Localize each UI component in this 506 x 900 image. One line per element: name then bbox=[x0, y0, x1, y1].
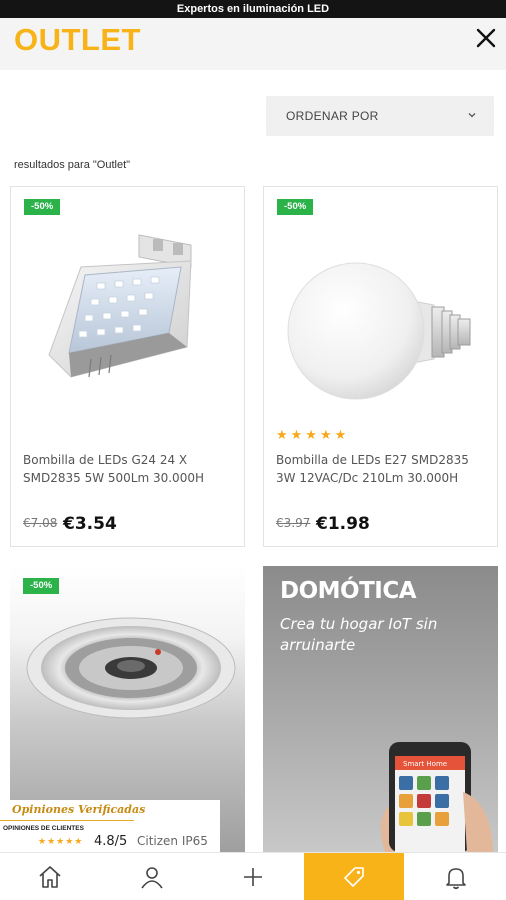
bell-icon bbox=[445, 868, 466, 890]
product-name: Bombilla de LEDs E27 SMD2835 3W 12VAC/Dc… bbox=[276, 453, 469, 485]
rating-stars: ★★★★★ bbox=[276, 428, 350, 443]
nav-more[interactable] bbox=[203, 853, 303, 900]
header: OUTLET bbox=[0, 18, 506, 70]
discount-badge: -50% bbox=[277, 199, 314, 215]
nav-notifications[interactable] bbox=[405, 853, 506, 900]
user-icon bbox=[141, 867, 163, 889]
price: €1.98 bbox=[316, 514, 370, 534]
product-name: Bombilla de LEDs G24 24 X SMD2835 5W 500… bbox=[23, 453, 204, 485]
banner-title: DOMÓTICA bbox=[280, 578, 417, 604]
top-banner: Expertos en iluminación LED bbox=[0, 0, 506, 18]
domotica-promo-banner[interactable]: DOMÓTICA Crea tu hogar IoT sin arruinart… bbox=[263, 566, 498, 852]
page-title: OUTLET bbox=[14, 22, 141, 57]
close-icon[interactable] bbox=[474, 26, 498, 50]
smartphone-image: Smart Home bbox=[380, 742, 493, 852]
sort-dropdown[interactable]: ORDENAR POR bbox=[266, 96, 494, 136]
product-image bbox=[48, 234, 192, 378]
tag-icon bbox=[344, 867, 364, 887]
bottom-nav bbox=[0, 852, 506, 900]
plus-icon bbox=[244, 868, 262, 886]
reviews-subtitle: OPINIONES DE CLIENTES bbox=[3, 825, 84, 832]
sort-label: ORDENAR POR bbox=[286, 109, 379, 123]
price: €3.54 bbox=[63, 514, 117, 534]
discount-badge: -50% bbox=[23, 578, 60, 594]
reviews-divider bbox=[0, 820, 134, 821]
verified-reviews-widget[interactable]: Opiniones Verificadas OPINIONES DE CLIEN… bbox=[0, 800, 220, 852]
banner-subtitle: Crea tu hogar IoT sin arruinarte bbox=[280, 615, 438, 654]
nav-account[interactable] bbox=[102, 853, 202, 900]
old-price: €3.97 bbox=[276, 516, 311, 530]
results-text: resultados para "Outlet" bbox=[14, 159, 131, 171]
discount-badge: -50% bbox=[24, 199, 61, 215]
product-image bbox=[287, 262, 471, 400]
nav-offers[interactable] bbox=[304, 853, 404, 900]
reviews-title: Opiniones Verificadas bbox=[12, 803, 146, 816]
chevron-down-icon bbox=[468, 113, 476, 118]
reviews-score: 4.8/5 bbox=[94, 834, 128, 849]
product-card[interactable]: -50% ★★★★★ Bombilla de LEDs E27 SMD2835 … bbox=[263, 186, 498, 547]
product-card[interactable]: -50% Bombilla de LEDs G24 24 X SMD2835 5… bbox=[10, 186, 245, 547]
product-image bbox=[26, 617, 236, 719]
nav-home[interactable] bbox=[0, 853, 100, 900]
phone-screen-text: Smart Home bbox=[403, 760, 447, 768]
product-name-partial: Citizen IP65 bbox=[137, 834, 208, 848]
home-icon bbox=[39, 866, 61, 888]
top-banner-text: Expertos en iluminación LED bbox=[176, 3, 330, 15]
reviews-stars: ★★★★★ bbox=[38, 837, 84, 847]
old-price: €7.08 bbox=[23, 516, 58, 530]
